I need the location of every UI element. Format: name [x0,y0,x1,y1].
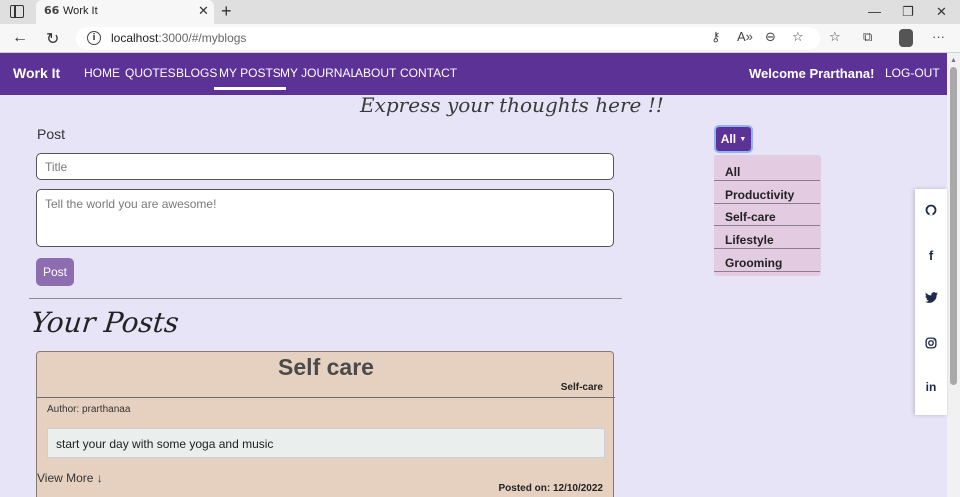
filter-selected-label: All [720,132,737,146]
tagline: Express your thoughts here !! [360,93,664,117]
post-body: start your day with some yoga and music [47,428,605,458]
back-icon[interactable]: ← [12,29,28,47]
info-icon[interactable]: i [87,31,101,45]
collections-icon[interactable]: ⧉ [863,29,872,45]
caret-down-icon: ▼ [739,136,747,143]
tab-title: Work It [63,5,98,17]
category-filter-button[interactable]: All ▼ [714,125,753,153]
post-form-label: Post [37,126,66,142]
nav-blogs[interactable]: BLOGS [176,66,217,80]
scroll-thumb[interactable] [950,67,957,385]
filter-option-lifestyle[interactable]: Lifestyle [714,229,820,249]
facebook-icon[interactable]: f [915,248,947,263]
favorites-icon[interactable]: ☆ [829,29,841,45]
posted-date: Posted on: 12/10/2022 [498,483,604,494]
filter-option-productivity[interactable]: Productivity [714,184,820,204]
filter-option-all[interactable]: All [714,161,820,181]
nav-contact[interactable]: CONTACT [400,66,457,80]
nav-my-posts[interactable]: MY POSTS [214,66,286,90]
site-navbar: Work It HOME QUOTES BLOGS MY POSTS MY JO… [0,53,947,95]
url-field[interactable]: i localhost:3000/#/myblogs [76,27,820,50]
post-submit-button[interactable]: Post [36,258,74,286]
page-scrollbar[interactable]: ▲ [947,53,960,497]
nav-quotes[interactable]: QUOTES [125,66,176,80]
scroll-up-icon[interactable]: ▲ [950,57,957,64]
post-author: Author: prarthanaa [47,404,131,415]
linkedin-icon[interactable]: in [915,380,947,394]
add-favorite-icon[interactable]: ☆ [792,29,804,45]
close-tab-icon[interactable]: ✕ [198,3,209,19]
brand-logo[interactable]: Work It [13,65,60,81]
address-bar: ← ↻ i localhost:3000/#/myblogs ⚷ A» ⊖ ☆ … [0,24,960,53]
nav-my-journal[interactable]: MY JOURNAL [280,66,357,80]
post-category: Self-care [560,382,603,393]
your-posts-heading: Your Posts [29,306,181,339]
quote-favicon-icon: 66 [44,4,60,17]
post-title: Self care [278,354,374,380]
restore-icon[interactable]: ❐ [902,4,914,20]
browser-tab[interactable]: 66 Work It ✕ [36,0,214,24]
url-text: localhost:3000/#/myblogs [111,31,247,45]
filter-option-grooming[interactable]: Grooming [714,252,820,272]
twitter-icon[interactable] [915,292,947,306]
github-icon[interactable] [915,204,947,219]
close-window-icon[interactable]: ✕ [936,4,947,20]
refresh-icon[interactable]: ↻ [46,29,59,49]
logout-link[interactable]: LOG-OUT [885,66,940,80]
instagram-icon[interactable] [915,337,947,352]
read-aloud-icon[interactable]: A» [737,29,753,44]
browser-tab-bar: 66 Work It ✕ + — ❐ ✕ [0,0,960,24]
minimize-icon[interactable]: — [868,4,881,19]
tab-list-icon[interactable] [10,5,24,18]
nav-home[interactable]: HOME [84,66,120,80]
post-body-input[interactable] [36,189,614,247]
welcome-message: Welcome Prarthana! [749,66,875,81]
nav-about[interactable]: ABOUT [355,66,396,80]
new-tab-icon[interactable]: + [221,1,232,22]
card-divider [37,397,615,398]
section-divider [29,298,622,299]
title-input[interactable] [36,153,614,180]
view-more-link[interactable]: View More ↓ [37,471,103,485]
post-card: Self care Self-care Author: prarthanaa s… [36,351,615,497]
filter-option-self-care[interactable]: Self-care [714,206,820,226]
more-icon[interactable]: ··· [932,29,945,44]
zoom-out-icon[interactable]: ⊖ [765,29,776,45]
social-sidebar: f in [915,189,947,415]
key-icon[interactable]: ⚷ [711,29,721,45]
category-filter-menu: All Productivity Self-care Lifestyle Gro… [714,155,821,276]
profile-avatar[interactable] [899,29,913,47]
